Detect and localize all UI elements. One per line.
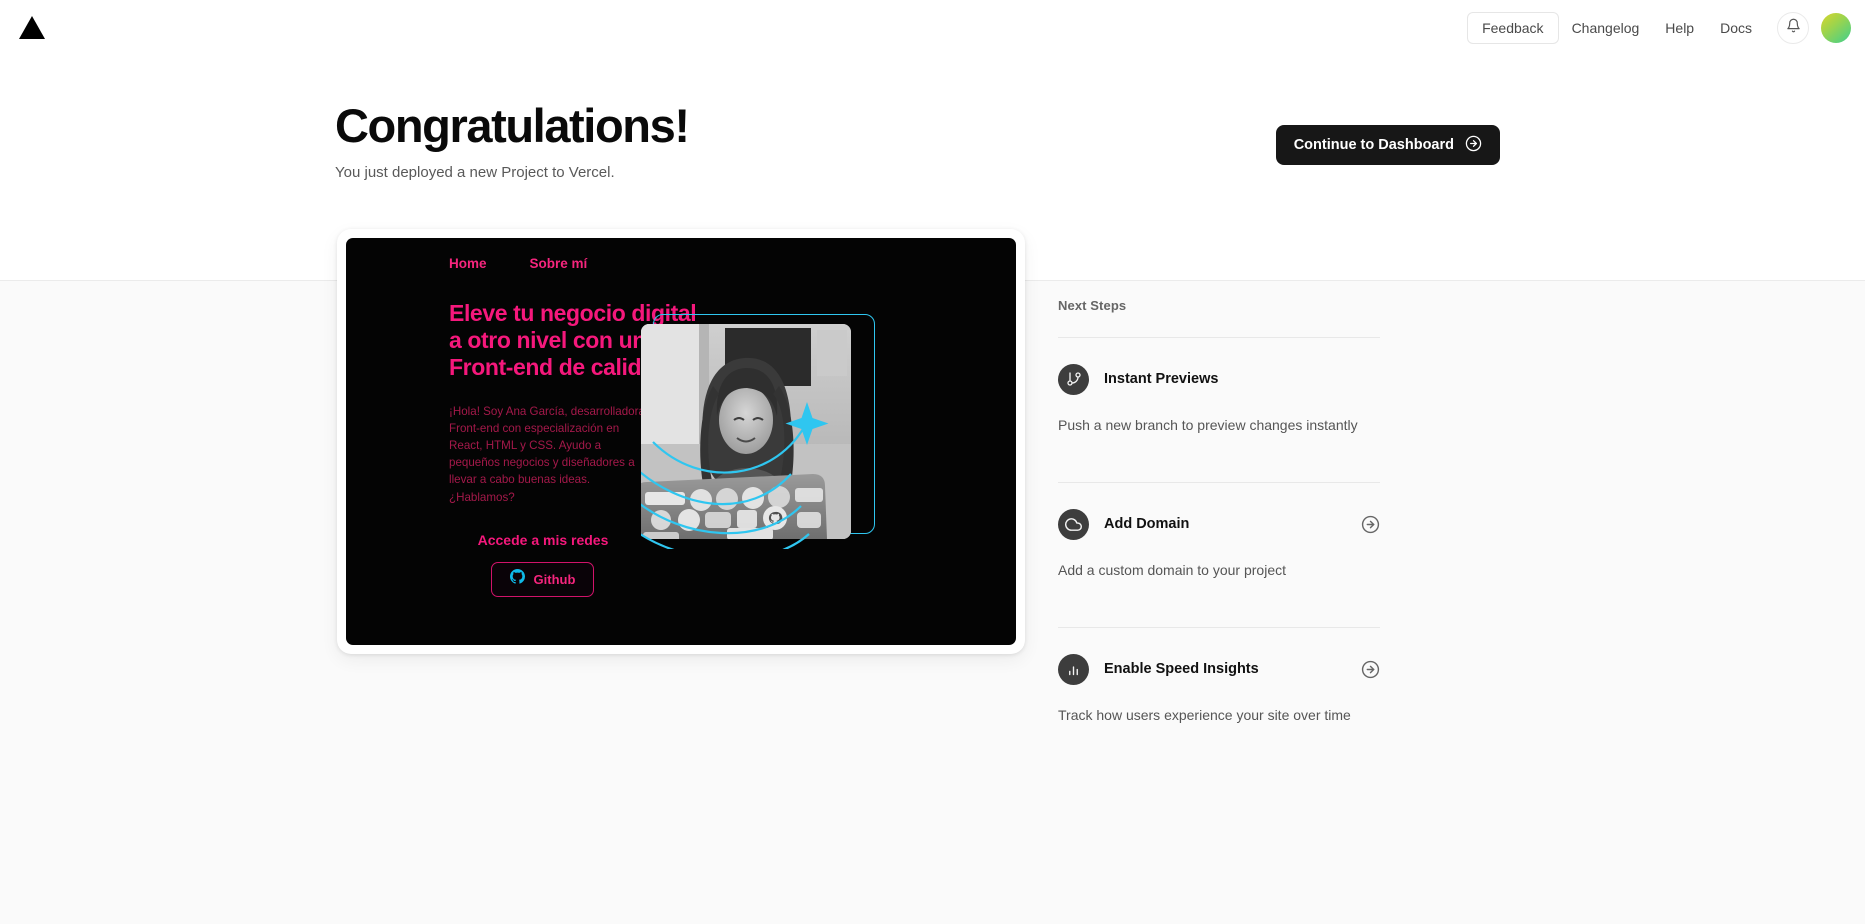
arrow-right-circle-icon[interactable] [1361, 515, 1380, 534]
top-nav-right-group: Feedback Changelog Help Docs [1467, 11, 1865, 44]
next-step-label: Add Domain [1104, 516, 1190, 532]
cloud-icon [1058, 508, 1089, 540]
next-step-item-add-domain[interactable]: Add Domain Add a custom domain to your p… [1058, 483, 1380, 603]
next-step-header-row: Enable Speed Insights [1058, 652, 1380, 686]
vercel-logo[interactable] [12, 8, 52, 48]
preview-github-label: Github [533, 571, 576, 587]
next-steps-panel: Next Steps Instant Previews Push a new b… [1058, 298, 1380, 748]
vercel-triangle-icon [19, 16, 45, 39]
bar-chart-icon [1058, 653, 1089, 685]
next-step-header-row: Instant Previews [1058, 362, 1380, 396]
preview-body-text: ¡Hola! Soy Ana García, desarrolladora Fr… [449, 404, 645, 504]
next-step-header-row: Add Domain [1058, 507, 1380, 541]
next-step-item-speed-insights[interactable]: Enable Speed Insights Track how users ex… [1058, 628, 1380, 748]
next-step-description: Push a new branch to preview changes ins… [1058, 417, 1358, 433]
next-steps-title: Next Steps [1058, 298, 1127, 313]
next-step-item-instant-previews[interactable]: Instant Previews Push a new branch to pr… [1058, 338, 1380, 458]
page-root: Feedback Changelog Help Docs Congratulat… [0, 0, 1865, 924]
continue-to-dashboard-label: Continue to Dashboard [1293, 137, 1454, 153]
notifications-button[interactable] [1777, 11, 1809, 44]
continue-to-dashboard-button[interactable]: Continue to Dashboard [1275, 125, 1500, 165]
github-icon [509, 569, 525, 589]
deployment-preview-card[interactable]: Home Sobre mí Eleve tu negocio digital a… [337, 229, 1025, 654]
preview-nav-home[interactable]: Home [449, 256, 487, 271]
preview-site-nav: Home Sobre mí [449, 256, 587, 271]
nav-link-docs[interactable]: Docs [1707, 20, 1765, 36]
hero-section: Congratulations! You just deployed a new… [335, 100, 1535, 181]
page-subtitle: You just deployed a new Project to Verce… [335, 163, 615, 181]
notification-bell-icon [1786, 18, 1801, 38]
preview-github-button[interactable]: Github [491, 561, 594, 597]
feedback-button[interactable]: Feedback [1467, 11, 1559, 44]
next-step-description: Track how users experience your site ove… [1058, 707, 1351, 723]
git-branch-icon [1058, 363, 1089, 395]
next-step-description: Add a custom domain to your project [1058, 562, 1287, 578]
next-step-label: Enable Speed Insights [1104, 661, 1259, 677]
nav-link-changelog[interactable]: Changelog [1559, 20, 1653, 36]
preview-photo-block [641, 314, 875, 549]
arrow-right-circle-icon [1465, 135, 1482, 156]
arrow-right-circle-icon[interactable] [1361, 660, 1380, 679]
developer-at-laptop-photo [641, 324, 851, 539]
next-step-label: Instant Previews [1104, 371, 1219, 387]
preview-social-heading: Accede a mis redes [477, 531, 609, 548]
top-navigation-bar: Feedback Changelog Help Docs [0, 0, 1865, 55]
nav-link-help[interactable]: Help [1652, 20, 1707, 36]
avatar[interactable] [1821, 12, 1851, 43]
preview-nav-sobre-mi[interactable]: Sobre mí [530, 256, 588, 271]
deployment-preview-frame: Home Sobre mí Eleve tu negocio digital a… [346, 238, 1016, 645]
